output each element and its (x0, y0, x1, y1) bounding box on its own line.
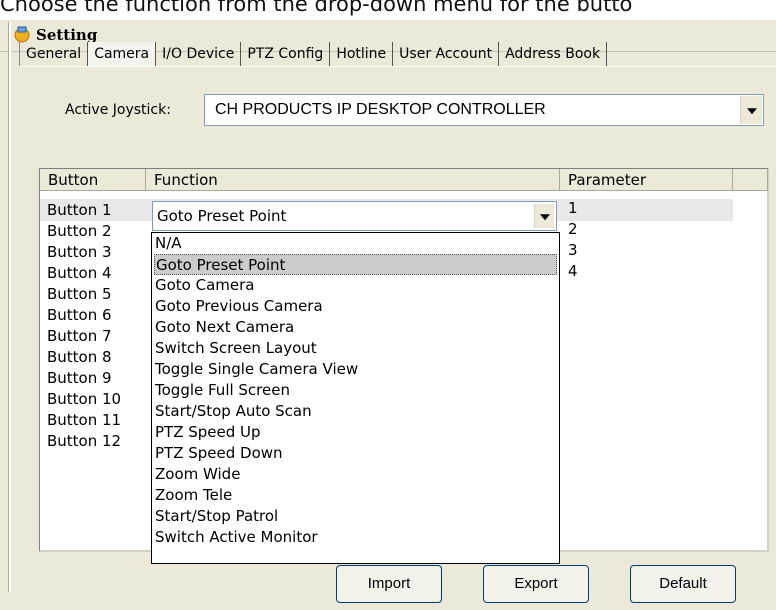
button-row-label[interactable]: Button 3 (47, 243, 112, 261)
dropdown-option[interactable]: Start/Stop Patrol (154, 506, 557, 527)
button-row-label[interactable]: Button 1 (47, 201, 112, 219)
button-row-label[interactable]: Button 11 (47, 411, 121, 429)
button-row-label[interactable]: Button 7 (47, 327, 112, 345)
dropdown-option[interactable]: Switch Active Monitor (154, 527, 557, 548)
button-row-label[interactable]: Button 8 (47, 348, 112, 366)
joystick-dropdown-button[interactable] (740, 96, 762, 124)
chevron-down-icon (746, 108, 757, 115)
default-button[interactable]: Default (630, 565, 736, 603)
dropdown-option[interactable]: N/A (154, 233, 557, 254)
dropdown-option[interactable]: PTZ Speed Up (154, 422, 557, 443)
instruction-caption: Choose the function from the drop-down m… (0, 0, 633, 16)
function-dropdown-button[interactable] (534, 204, 554, 228)
tab-io-device[interactable]: I/O Device (156, 42, 242, 66)
tab-address-book[interactable]: Address Book (499, 42, 608, 66)
column-header-extra (733, 169, 768, 191)
dropdown-option[interactable]: Zoom Tele (154, 485, 557, 506)
settings-app-icon (14, 26, 30, 43)
dropdown-option-highlighted[interactable]: Goto Preset Point (154, 254, 557, 275)
tab-separator (19, 66, 776, 67)
parameter-cell[interactable]: 2 (568, 220, 578, 238)
dropdown-option[interactable]: PTZ Speed Down (154, 443, 557, 464)
dropdown-option[interactable]: Switch Screen Layout (154, 338, 557, 359)
dropdown-option[interactable]: Toggle Single Camera View (154, 359, 557, 380)
function-combo-box[interactable]: Goto Preset Point (152, 201, 557, 231)
parameter-cell[interactable]: 3 (568, 241, 578, 259)
column-header-parameter[interactable]: Parameter (560, 169, 733, 191)
dropdown-option[interactable]: Zoom Wide (154, 464, 557, 485)
column-header-function[interactable]: Function (146, 169, 560, 191)
chevron-down-icon (539, 214, 550, 221)
function-dropdown-list[interactable]: N/A Goto Preset Point Goto Camera Goto P… (151, 232, 560, 564)
dropdown-option[interactable]: Start/Stop Auto Scan (154, 401, 557, 422)
column-header-button[interactable]: Button (40, 169, 146, 191)
dropdown-option[interactable]: Goto Camera (154, 275, 557, 296)
tab-bar: General Camera I/O Device PTZ Config Hotline… (19, 42, 608, 67)
dropdown-option[interactable]: Goto Next Camera (154, 317, 557, 338)
button-row-label[interactable]: Button 4 (47, 264, 112, 282)
import-button[interactable]: Import (336, 565, 442, 603)
tab-camera[interactable]: Camera (88, 42, 157, 66)
button-row-label[interactable]: Button 9 (47, 369, 112, 387)
button-row-label[interactable]: Button 12 (47, 432, 121, 450)
dropdown-option[interactable]: Toggle Full Screen (154, 380, 557, 401)
export-button[interactable]: Export (483, 565, 589, 603)
tab-hotline[interactable]: Hotline (330, 42, 394, 66)
tab-ptz-config[interactable]: PTZ Config (241, 42, 331, 66)
button-row-label[interactable]: Button 5 (47, 285, 112, 303)
parameter-cell[interactable]: 1 (568, 199, 578, 217)
active-joystick-label: Active Joystick: (65, 102, 171, 118)
button-row-label[interactable]: Button 10 (47, 390, 121, 408)
dropdown-option[interactable]: Goto Previous Camera (154, 296, 557, 317)
window-edge (8, 22, 11, 592)
tab-general[interactable]: General (19, 42, 89, 66)
active-joystick-select[interactable]: CH PRODUCTS IP DESKTOP CONTROLLER (204, 94, 764, 126)
button-row-label[interactable]: Button 2 (47, 222, 112, 240)
active-joystick-value: CH PRODUCTS IP DESKTOP CONTROLLER (215, 101, 546, 118)
function-combo-value: Goto Preset Point (157, 207, 287, 225)
parameter-cell[interactable]: 4 (568, 262, 578, 280)
button-row-label[interactable]: Button 6 (47, 306, 112, 324)
tab-user-account[interactable]: User Account (393, 42, 500, 66)
